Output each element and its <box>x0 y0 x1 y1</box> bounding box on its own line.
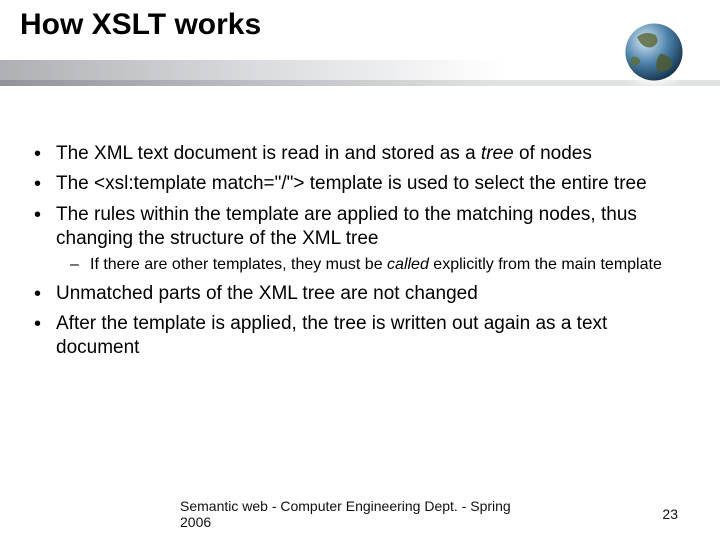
bullet-item: The <xsl:template match="/"> template is… <box>34 172 686 196</box>
bullet-item: The rules within the template are applie… <box>34 203 686 276</box>
text: The rules within the template are applie… <box>56 204 637 249</box>
text: If there are other templates, they must … <box>90 256 387 273</box>
text: The <box>56 173 94 194</box>
page-number: 23 <box>662 506 678 522</box>
text: of nodes <box>514 143 592 164</box>
bullet-item: After the template is applied, the tree … <box>34 312 686 361</box>
footer-text: Semantic web - Computer Engineering Dept… <box>180 498 540 530</box>
bullet-item: Unmatched parts of the XML tree are not … <box>34 282 686 306</box>
bullet-list: The XML text document is read in and sto… <box>34 142 686 361</box>
slide-title: How XSLT works <box>20 8 700 42</box>
slide: How XSLT works <box>0 0 720 540</box>
sub-bullet-list: If there are other templates, they must … <box>70 255 686 275</box>
text: The XML text document is read in and sto… <box>56 143 481 164</box>
text: Unmatched parts of the XML tree are not … <box>56 283 478 304</box>
sub-bullet-item: If there are other templates, they must … <box>70 255 686 275</box>
code-text: <xsl:template match="/"> <box>94 173 304 194</box>
text: explicitly from the main template <box>429 256 662 273</box>
content-area: The XML text document is read in and sto… <box>0 86 720 361</box>
italic-text: called <box>387 256 429 273</box>
bullet-item: The XML text document is read in and sto… <box>34 142 686 166</box>
text: template is used to select the entire tr… <box>304 173 646 194</box>
italic-text: tree <box>481 143 514 164</box>
globe-icon <box>612 10 696 94</box>
text: After the template is applied, the tree … <box>56 313 607 358</box>
title-bar: How XSLT works <box>0 0 720 86</box>
footer: Semantic web - Computer Engineering Dept… <box>0 502 720 526</box>
